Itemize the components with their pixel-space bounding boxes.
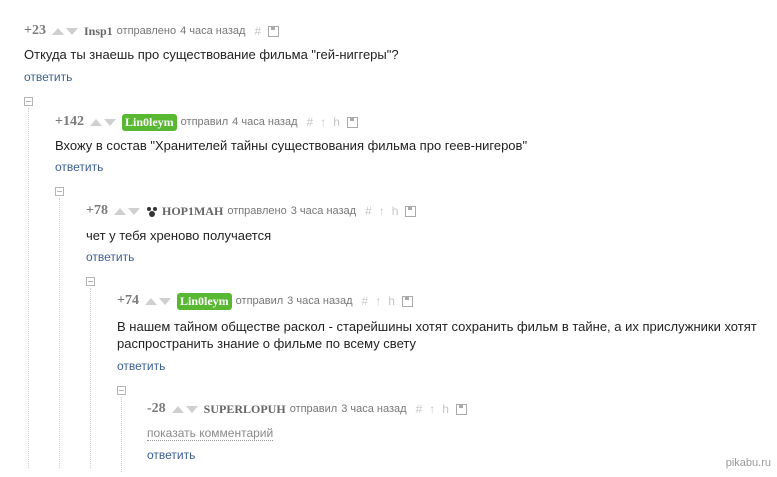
save-icon[interactable] <box>405 205 417 217</box>
comment-text: В нашем тайном обществе раскол - старейш… <box>117 319 757 351</box>
comment-text: чет у тебя хреново получается <box>86 228 272 243</box>
reply-link[interactable]: ответить <box>86 250 134 264</box>
branch-icon[interactable]: h <box>388 294 395 308</box>
thread-line <box>59 198 60 468</box>
vote-arrows <box>51 27 78 35</box>
action-text: отправлено <box>227 205 287 217</box>
comment-tools: # ↑ h <box>307 115 358 129</box>
thread-line <box>90 288 91 468</box>
save-icon[interactable] <box>455 403 467 415</box>
comment-text: Вхожу в состав "Хранителей тайны существ… <box>55 138 528 153</box>
action-text: отправлено <box>116 25 177 37</box>
downvote-icon[interactable] <box>103 118 116 126</box>
rating: +142 <box>55 114 84 129</box>
pin-icon[interactable]: ↑ <box>375 294 381 308</box>
branch-icon[interactable]: h <box>392 204 399 218</box>
collapse-icon[interactable] <box>86 277 95 286</box>
pin-icon[interactable]: ↑ <box>320 115 326 129</box>
show-comment-link[interactable]: показать комментарий <box>147 426 274 441</box>
vote-arrows <box>144 297 171 305</box>
comment-text: Откуда ты знаешь про существование фильм… <box>24 47 399 62</box>
comment-header: +23 Insp1 отправлено 4 часа назад # <box>24 22 280 40</box>
collapse-icon[interactable] <box>24 97 33 106</box>
comment-tools: # ↑ h <box>365 204 417 218</box>
rating: +23 <box>24 23 46 38</box>
comment-header: -28 SUPERLOPUH отправил 3 часа назад # ↑… <box>147 400 467 418</box>
comment-tools: # <box>254 24 280 38</box>
reply-link[interactable]: ответить <box>24 70 72 84</box>
rating: +78 <box>86 203 108 218</box>
upvote-icon[interactable] <box>51 27 64 35</box>
vote-arrows <box>89 118 116 126</box>
timestamp: 3 часа назад <box>341 403 407 415</box>
username[interactable]: Insp1 <box>84 24 113 39</box>
timestamp: 3 часа назад <box>287 295 353 307</box>
downvote-icon[interactable] <box>158 297 171 305</box>
reply-link[interactable]: ответить <box>55 160 103 174</box>
vote-arrows <box>113 207 140 215</box>
upvote-icon[interactable] <box>89 118 102 126</box>
collapse-icon[interactable] <box>117 386 126 395</box>
branch-icon[interactable]: h <box>442 402 449 416</box>
action-text: отправил <box>289 403 338 415</box>
downvote-icon[interactable] <box>65 27 78 35</box>
comment-header: +142 Lin0leym отправил 4 часа назад # ↑ … <box>55 113 358 131</box>
username[interactable]: Lin0leym <box>121 113 177 131</box>
comment-tools: # ↑ h <box>362 294 413 308</box>
upvote-icon[interactable] <box>144 297 157 305</box>
hash-icon[interactable]: # <box>416 402 423 416</box>
comment-header: +74 Lin0leym отправил 3 часа назад # ↑ h <box>117 292 413 310</box>
action-text: отправил <box>235 295 284 307</box>
comment-tools: # ↑ h <box>416 402 467 416</box>
hash-icon[interactable]: # <box>362 294 369 308</box>
upvote-icon[interactable] <box>113 207 126 215</box>
avatar-icon <box>146 205 158 217</box>
rating: -28 <box>147 401 166 416</box>
downvote-icon[interactable] <box>185 405 198 413</box>
username[interactable]: HOP1MAH <box>162 204 223 219</box>
pin-icon[interactable]: ↑ <box>379 204 385 218</box>
downvote-icon[interactable] <box>127 207 140 215</box>
reply-link[interactable]: ответить <box>147 448 195 462</box>
watermark: pikabu.ru <box>725 457 771 469</box>
hash-icon[interactable]: # <box>254 24 261 38</box>
save-icon[interactable] <box>346 116 358 128</box>
username[interactable]: SUPERLOPUH <box>204 402 286 417</box>
upvote-icon[interactable] <box>171 405 184 413</box>
reply-link[interactable]: ответить <box>117 359 165 373</box>
comment-header: +78 HOP1MAH отправлено 3 часа назад # ↑ … <box>86 202 417 220</box>
branch-icon[interactable]: h <box>333 115 340 129</box>
username[interactable]: Lin0leym <box>176 292 232 310</box>
thread-line <box>28 108 29 468</box>
save-icon[interactable] <box>268 25 280 37</box>
pin-icon[interactable]: ↑ <box>429 402 435 416</box>
save-icon[interactable] <box>401 295 413 307</box>
vote-arrows <box>171 405 198 413</box>
action-text: отправил <box>180 116 229 128</box>
hash-icon[interactable]: # <box>307 115 314 129</box>
collapse-icon[interactable] <box>55 187 64 196</box>
rating: +74 <box>117 293 139 308</box>
timestamp: 3 часа назад <box>290 205 357 217</box>
timestamp: 4 часа назад <box>232 116 298 128</box>
timestamp: 4 часа назад <box>180 25 246 37</box>
thread-line <box>121 397 122 472</box>
hash-icon[interactable]: # <box>365 204 372 218</box>
